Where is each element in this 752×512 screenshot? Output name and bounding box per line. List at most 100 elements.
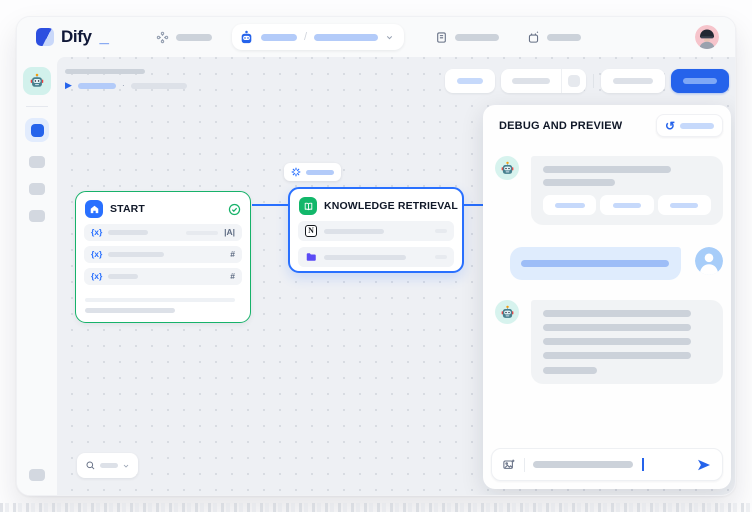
message-text-skeleton xyxy=(543,166,671,173)
restart-button[interactable]: ↺ xyxy=(656,114,723,137)
bot-message-bubble xyxy=(531,156,723,225)
suggestion-label-skeleton xyxy=(555,203,585,208)
bot-message xyxy=(495,156,723,225)
notion-icon: N xyxy=(305,225,317,237)
number-type-icon: # xyxy=(230,250,235,259)
start-variable-row[interactable]: {x} |A| xyxy=(84,224,242,241)
account-avatar[interactable] xyxy=(695,25,719,49)
variable-name-skeleton xyxy=(108,274,138,279)
nav-plugins[interactable] xyxy=(527,31,581,44)
run-icon[interactable]: ▶ xyxy=(65,81,72,90)
add-image-icon[interactable] xyxy=(502,458,516,472)
main-area: ▶ · xyxy=(17,57,735,495)
suggested-question-button[interactable] xyxy=(658,195,711,215)
string-type-icon: |A| xyxy=(224,228,235,237)
variable-value-skeleton xyxy=(186,231,218,235)
sidebar-item-2[interactable] xyxy=(29,183,45,195)
screenshot-edge-artifact xyxy=(0,503,752,512)
description-divider-skeleton xyxy=(85,298,235,302)
suggested-question-button[interactable] xyxy=(600,195,653,215)
start-variable-row[interactable]: {x} # xyxy=(84,268,242,285)
message-text-skeleton xyxy=(543,179,615,186)
publish-button[interactable] xyxy=(671,69,729,93)
source-meta-skeleton xyxy=(435,229,447,233)
run-label-skeleton xyxy=(78,83,116,89)
app-switcher[interactable]: / xyxy=(232,24,404,50)
node-running-badge xyxy=(284,163,341,181)
dot-separator: · xyxy=(122,81,125,90)
topbar-right-group xyxy=(435,25,719,49)
start-node[interactable]: START {x} |A| {x} xyxy=(75,191,251,323)
preview-label-skeleton xyxy=(457,78,483,84)
plugins-label-skeleton xyxy=(547,34,581,41)
debug-panel-header: DEBUG AND PREVIEW ↺ xyxy=(483,105,731,144)
chat-input-bar[interactable] xyxy=(491,448,723,481)
bot-avatar xyxy=(495,156,519,180)
chevron-down-icon xyxy=(385,33,394,42)
suggested-questions xyxy=(543,195,711,215)
debug-panel-title: DEBUG AND PREVIEW xyxy=(499,120,622,132)
input-divider xyxy=(524,458,525,472)
workflow-canvas[interactable]: ▶ · xyxy=(57,57,735,495)
home-icon xyxy=(85,200,103,218)
knowledge-source-row[interactable]: N xyxy=(298,221,454,241)
suggestion-label-skeleton xyxy=(613,203,641,208)
user-message xyxy=(495,247,723,280)
variable-icon: {x} xyxy=(91,228,102,237)
message-text-skeleton xyxy=(543,338,691,345)
debug-preview-panel: DEBUG AND PREVIEW ↺ xyxy=(483,105,731,489)
sidebar-item-settings[interactable] xyxy=(29,469,45,481)
docs-icon xyxy=(435,31,448,44)
sidebar-item-orchestrate-active[interactable] xyxy=(25,118,49,142)
app-robot-icon xyxy=(239,30,254,45)
sidebar-divider xyxy=(26,106,48,107)
workflow-header: ▶ · xyxy=(65,69,187,90)
suggested-question-button[interactable] xyxy=(543,195,596,215)
nav-explore[interactable] xyxy=(156,31,212,44)
variable-name-skeleton xyxy=(108,230,148,235)
chat-history xyxy=(483,144,731,448)
top-navigation-bar: Dify _ xyxy=(17,17,735,57)
nav-docs[interactable] xyxy=(435,31,499,44)
preview-button[interactable] xyxy=(445,69,495,93)
publish-label-skeleton xyxy=(683,78,717,84)
workflow-title-skeleton xyxy=(65,69,145,74)
send-button[interactable] xyxy=(696,457,712,473)
check-circle-icon xyxy=(228,203,241,216)
knowledge-source-row[interactable] xyxy=(298,247,454,267)
orchestrate-icon xyxy=(31,124,44,137)
user-avatar xyxy=(695,247,723,275)
knowledge-retrieval-node[interactable]: KNOWLEDGE RETRIEVAL N xyxy=(288,187,464,273)
sidebar-item-1[interactable] xyxy=(29,156,45,168)
zoom-level-skeleton xyxy=(100,463,118,468)
explore-icon xyxy=(156,31,169,44)
running-label-skeleton xyxy=(306,170,334,175)
suggestion-label-skeleton xyxy=(670,203,698,208)
loading-spinner-icon xyxy=(291,167,301,177)
docs-label-skeleton xyxy=(455,34,499,41)
source-meta-skeleton xyxy=(435,255,447,259)
variable-icon: {x} xyxy=(91,250,102,259)
desktop-background: Dify _ xyxy=(0,0,752,512)
features-split-button[interactable] xyxy=(501,69,586,93)
sidebar-item-3[interactable] xyxy=(29,210,45,222)
edge-start-to-knowledge xyxy=(252,204,288,206)
features-label-skeleton xyxy=(512,78,550,84)
number-type-icon: # xyxy=(230,272,235,281)
bot-message xyxy=(495,300,723,384)
zoom-control[interactable] xyxy=(77,453,138,478)
start-node-title: START xyxy=(110,203,145,215)
secondary-button[interactable] xyxy=(601,69,665,93)
left-sidebar xyxy=(17,57,57,495)
message-text-skeleton xyxy=(521,260,669,267)
folder-icon xyxy=(305,251,317,263)
workspace-name-skeleton xyxy=(261,34,297,41)
start-node-description xyxy=(85,298,241,313)
canvas-toolbar xyxy=(445,69,729,93)
current-app-icon[interactable] xyxy=(23,67,51,95)
restart-label-skeleton xyxy=(680,123,714,129)
dify-logo-text: Dify xyxy=(61,27,92,47)
features-toggle-icon[interactable] xyxy=(568,75,580,87)
dify-logo[interactable]: Dify _ xyxy=(36,27,109,47)
start-variable-row[interactable]: {x} # xyxy=(84,246,242,263)
